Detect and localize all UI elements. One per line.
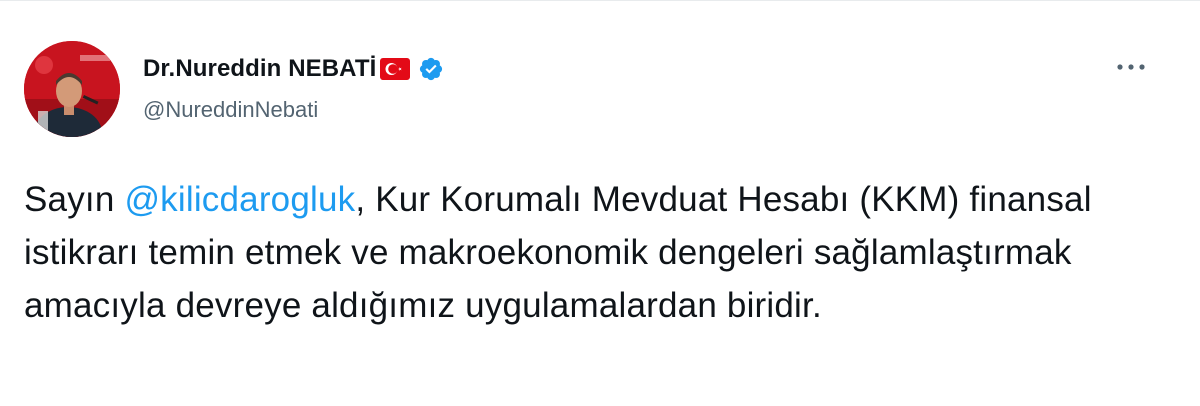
avatar[interactable]: [24, 41, 120, 137]
tweet-text-start: Sayın: [24, 180, 125, 219]
tweet-card: Dr.Nureddin NEBATİ @NureddinNebati Sayın…: [0, 0, 1200, 406]
author-handle[interactable]: @NureddinNebati: [143, 97, 318, 123]
tweet-text: Sayın @kilicdarogluk, Kur Korumalı Mevdu…: [24, 173, 1174, 332]
author-display-name[interactable]: Dr.Nureddin NEBATİ: [143, 55, 376, 83]
more-options-button[interactable]: [1114, 55, 1148, 79]
turkey-flag-icon: [380, 58, 411, 80]
mention-link[interactable]: @kilicdarogluk: [124, 180, 355, 219]
more-horizontal-icon: [1117, 64, 1145, 70]
author-name-row: Dr.Nureddin NEBATİ: [143, 55, 444, 83]
verified-badge-icon: [418, 56, 444, 82]
profile-photo: [24, 41, 120, 137]
